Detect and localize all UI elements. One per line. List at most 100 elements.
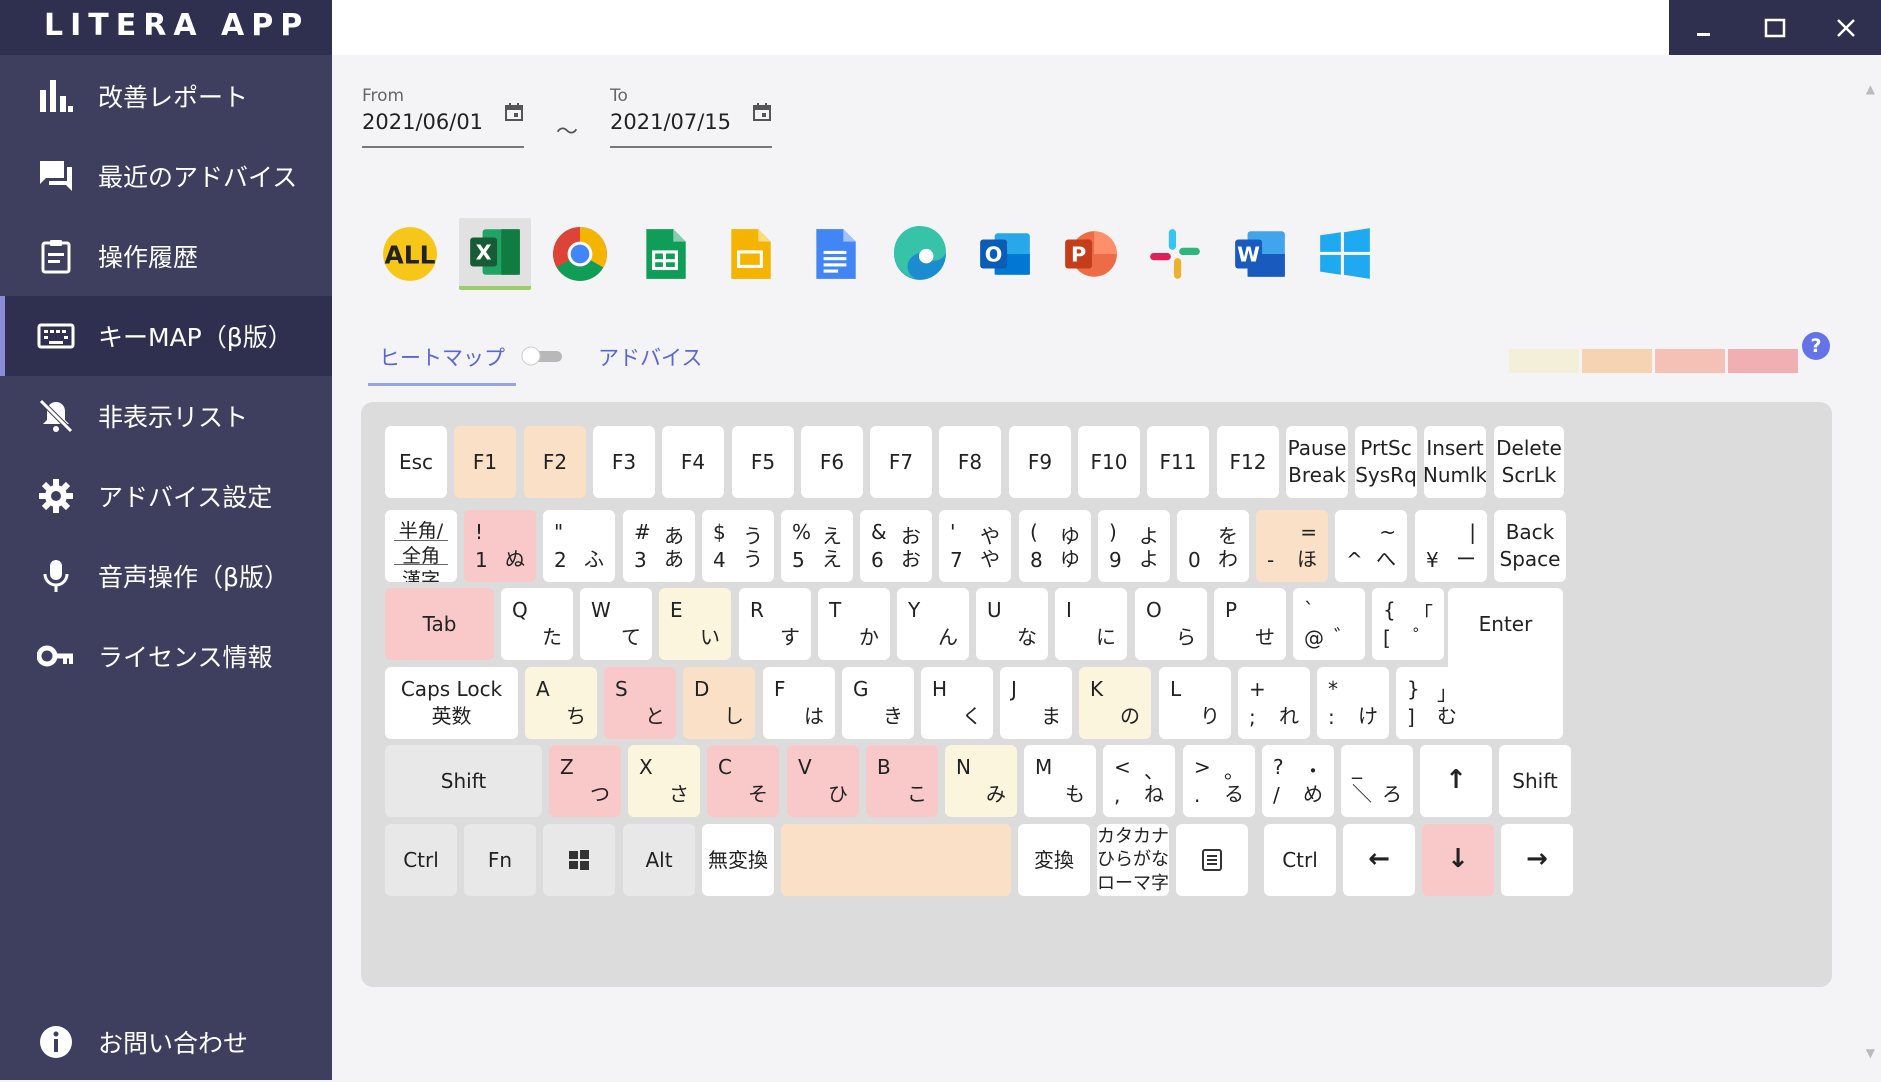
- key-label: ー: [1456, 547, 1476, 571]
- tab-advice[interactable]: アドバイス: [598, 342, 702, 372]
- key-label: R: [750, 598, 764, 622]
- key-label: ↓: [1447, 844, 1469, 875]
- sidebar-bottom-item-0[interactable]: お問い合わせ: [0, 1002, 332, 1082]
- key-label: Fn: [487, 847, 513, 872]
- to-date-value: 2021/07/15: [610, 110, 732, 134]
- chrome-icon: [553, 227, 607, 281]
- key-label: O: [1146, 598, 1162, 622]
- from-date-field[interactable]: From 2021/06/01: [362, 86, 524, 148]
- key-label: A: [536, 677, 550, 701]
- key-label: +: [1249, 677, 1266, 701]
- app-filter-chrome[interactable]: [544, 218, 616, 290]
- to-date-field[interactable]: To 2021/07/15: [610, 86, 772, 148]
- key-label: ろ: [1382, 782, 1402, 806]
- app-filter-edge[interactable]: [884, 218, 956, 290]
- calendar-icon[interactable]: [752, 102, 772, 122]
- help-icon[interactable]: ?: [1802, 332, 1830, 360]
- key-label: =: [1300, 520, 1317, 544]
- edge-icon: [894, 225, 946, 280]
- key-label: I: [1066, 598, 1072, 622]
- key-g: Gき: [842, 667, 914, 739]
- key-label: K: [1090, 677, 1104, 701]
- key-y: Yん: [897, 588, 969, 660]
- key-label: Y: [908, 598, 921, 622]
- gear-icon: [36, 476, 76, 516]
- view-toggle[interactable]: [520, 346, 566, 366]
- sidebar-item-6[interactable]: 音声操作（β版）: [0, 536, 332, 616]
- app-filter-google-sheets[interactable]: [629, 218, 701, 290]
- key-symbol: <、, ね: [1103, 745, 1175, 817]
- key-label: %: [792, 520, 812, 544]
- sidebar-item-0[interactable]: 改善レポート: [0, 56, 332, 136]
- key-i: Iに: [1055, 588, 1127, 660]
- key-label: 4: [713, 548, 726, 572]
- app-filter-google-slides[interactable]: [714, 218, 786, 290]
- key-label: も: [1065, 782, 1085, 806]
- google-docs-icon: [816, 229, 856, 279]
- key-label: り: [1200, 704, 1220, 728]
- sidebar-item-2[interactable]: 操作履歴: [0, 216, 332, 296]
- sidebar-nav: 改善レポート 最近のアドバイス 操作履歴 キーMAP（β版） 非表示リストアドバイス設定…: [0, 56, 332, 696]
- key-label: U: [987, 598, 1002, 622]
- key-label: {: [1383, 598, 1396, 622]
- key-ctrl: Ctrl: [385, 824, 457, 896]
- maximize-button[interactable]: [1740, 0, 1811, 55]
- maximize-icon: [1764, 18, 1786, 37]
- key-label: よ: [1139, 547, 1159, 571]
- key-label: け: [1358, 704, 1378, 728]
- sidebar-item-7[interactable]: ライセンス情報: [0, 616, 332, 696]
- key-label: か: [859, 625, 879, 649]
- key-b: Bこ: [866, 745, 938, 817]
- key-label: >: [1194, 755, 1211, 779]
- key-label: Esc: [398, 449, 434, 474]
- scroll-up-arrow[interactable]: ▲: [1866, 82, 1875, 96]
- key-label: ほ: [1297, 547, 1317, 571]
- key-label: あ: [664, 547, 684, 571]
- key-label: W: [591, 598, 611, 622]
- key-label: Tab: [422, 611, 457, 636]
- bar-chart-icon: [36, 76, 76, 116]
- key-symbol: ' や 7 や: [939, 510, 1011, 582]
- key-f10: F10: [1078, 426, 1140, 498]
- key-space: [781, 824, 1011, 896]
- tab-heatmap[interactable]: ヒートマップ: [368, 342, 516, 386]
- app-filter-powerpoint[interactable]: P: [1054, 218, 1126, 290]
- calendar-icon[interactable]: [504, 102, 524, 122]
- app-filter-outlook[interactable]: O: [969, 218, 1041, 290]
- app-filter-slack[interactable]: [1139, 218, 1211, 290]
- sidebar-item-1[interactable]: 最近のアドバイス: [0, 136, 332, 216]
- sidebar-bottom: お問い合わせ: [0, 1002, 332, 1082]
- app-filter-excel[interactable]: X: [459, 218, 531, 290]
- close-button[interactable]: [1810, 0, 1881, 55]
- app-filter-word[interactable]: W: [1224, 218, 1296, 290]
- key-label: そ: [748, 782, 768, 806]
- key-label: 1: [475, 548, 488, 572]
- app-filter-windows[interactable]: [1309, 218, 1381, 290]
- key-label: PrtSc SysRq: [1355, 436, 1417, 487]
- key-label: ぬ: [505, 547, 525, 571]
- key-label: 6: [871, 548, 884, 572]
- app-filter-google-docs[interactable]: [799, 218, 871, 290]
- key-symbol: ~ ^ へ: [1335, 510, 1407, 582]
- sidebar-item-label: 非表示リスト: [98, 403, 249, 432]
- key-label: Q: [512, 598, 528, 622]
- key-label: ね: [1144, 782, 1164, 806]
- key-f1: F1: [454, 426, 516, 498]
- legend-swatch: [1582, 349, 1652, 373]
- sidebar-item-3[interactable]: キーMAP（β版）: [0, 296, 332, 376]
- slack-icon: [1150, 229, 1200, 279]
- sidebar-item-5[interactable]: アドバイス設定: [0, 456, 332, 536]
- key-label: ゆ: [1060, 547, 1080, 571]
- key-n: Nみ: [945, 745, 1017, 817]
- key-label: &: [871, 520, 887, 544]
- key-symbol: ! 1 ぬ: [464, 510, 536, 582]
- svg-text:ALL: ALL: [385, 240, 436, 269]
- minimize-button[interactable]: [1669, 0, 1740, 55]
- key-label: ち: [566, 704, 586, 728]
- sidebar-item-4[interactable]: 非表示リスト: [0, 376, 332, 456]
- app-filter-all[interactable]: ALL: [374, 218, 446, 290]
- key-label: M: [1035, 755, 1053, 779]
- key-f2: F2: [524, 426, 586, 498]
- scroll-down-arrow[interactable]: ▼: [1866, 1046, 1875, 1060]
- word-icon: W: [1235, 231, 1285, 277]
